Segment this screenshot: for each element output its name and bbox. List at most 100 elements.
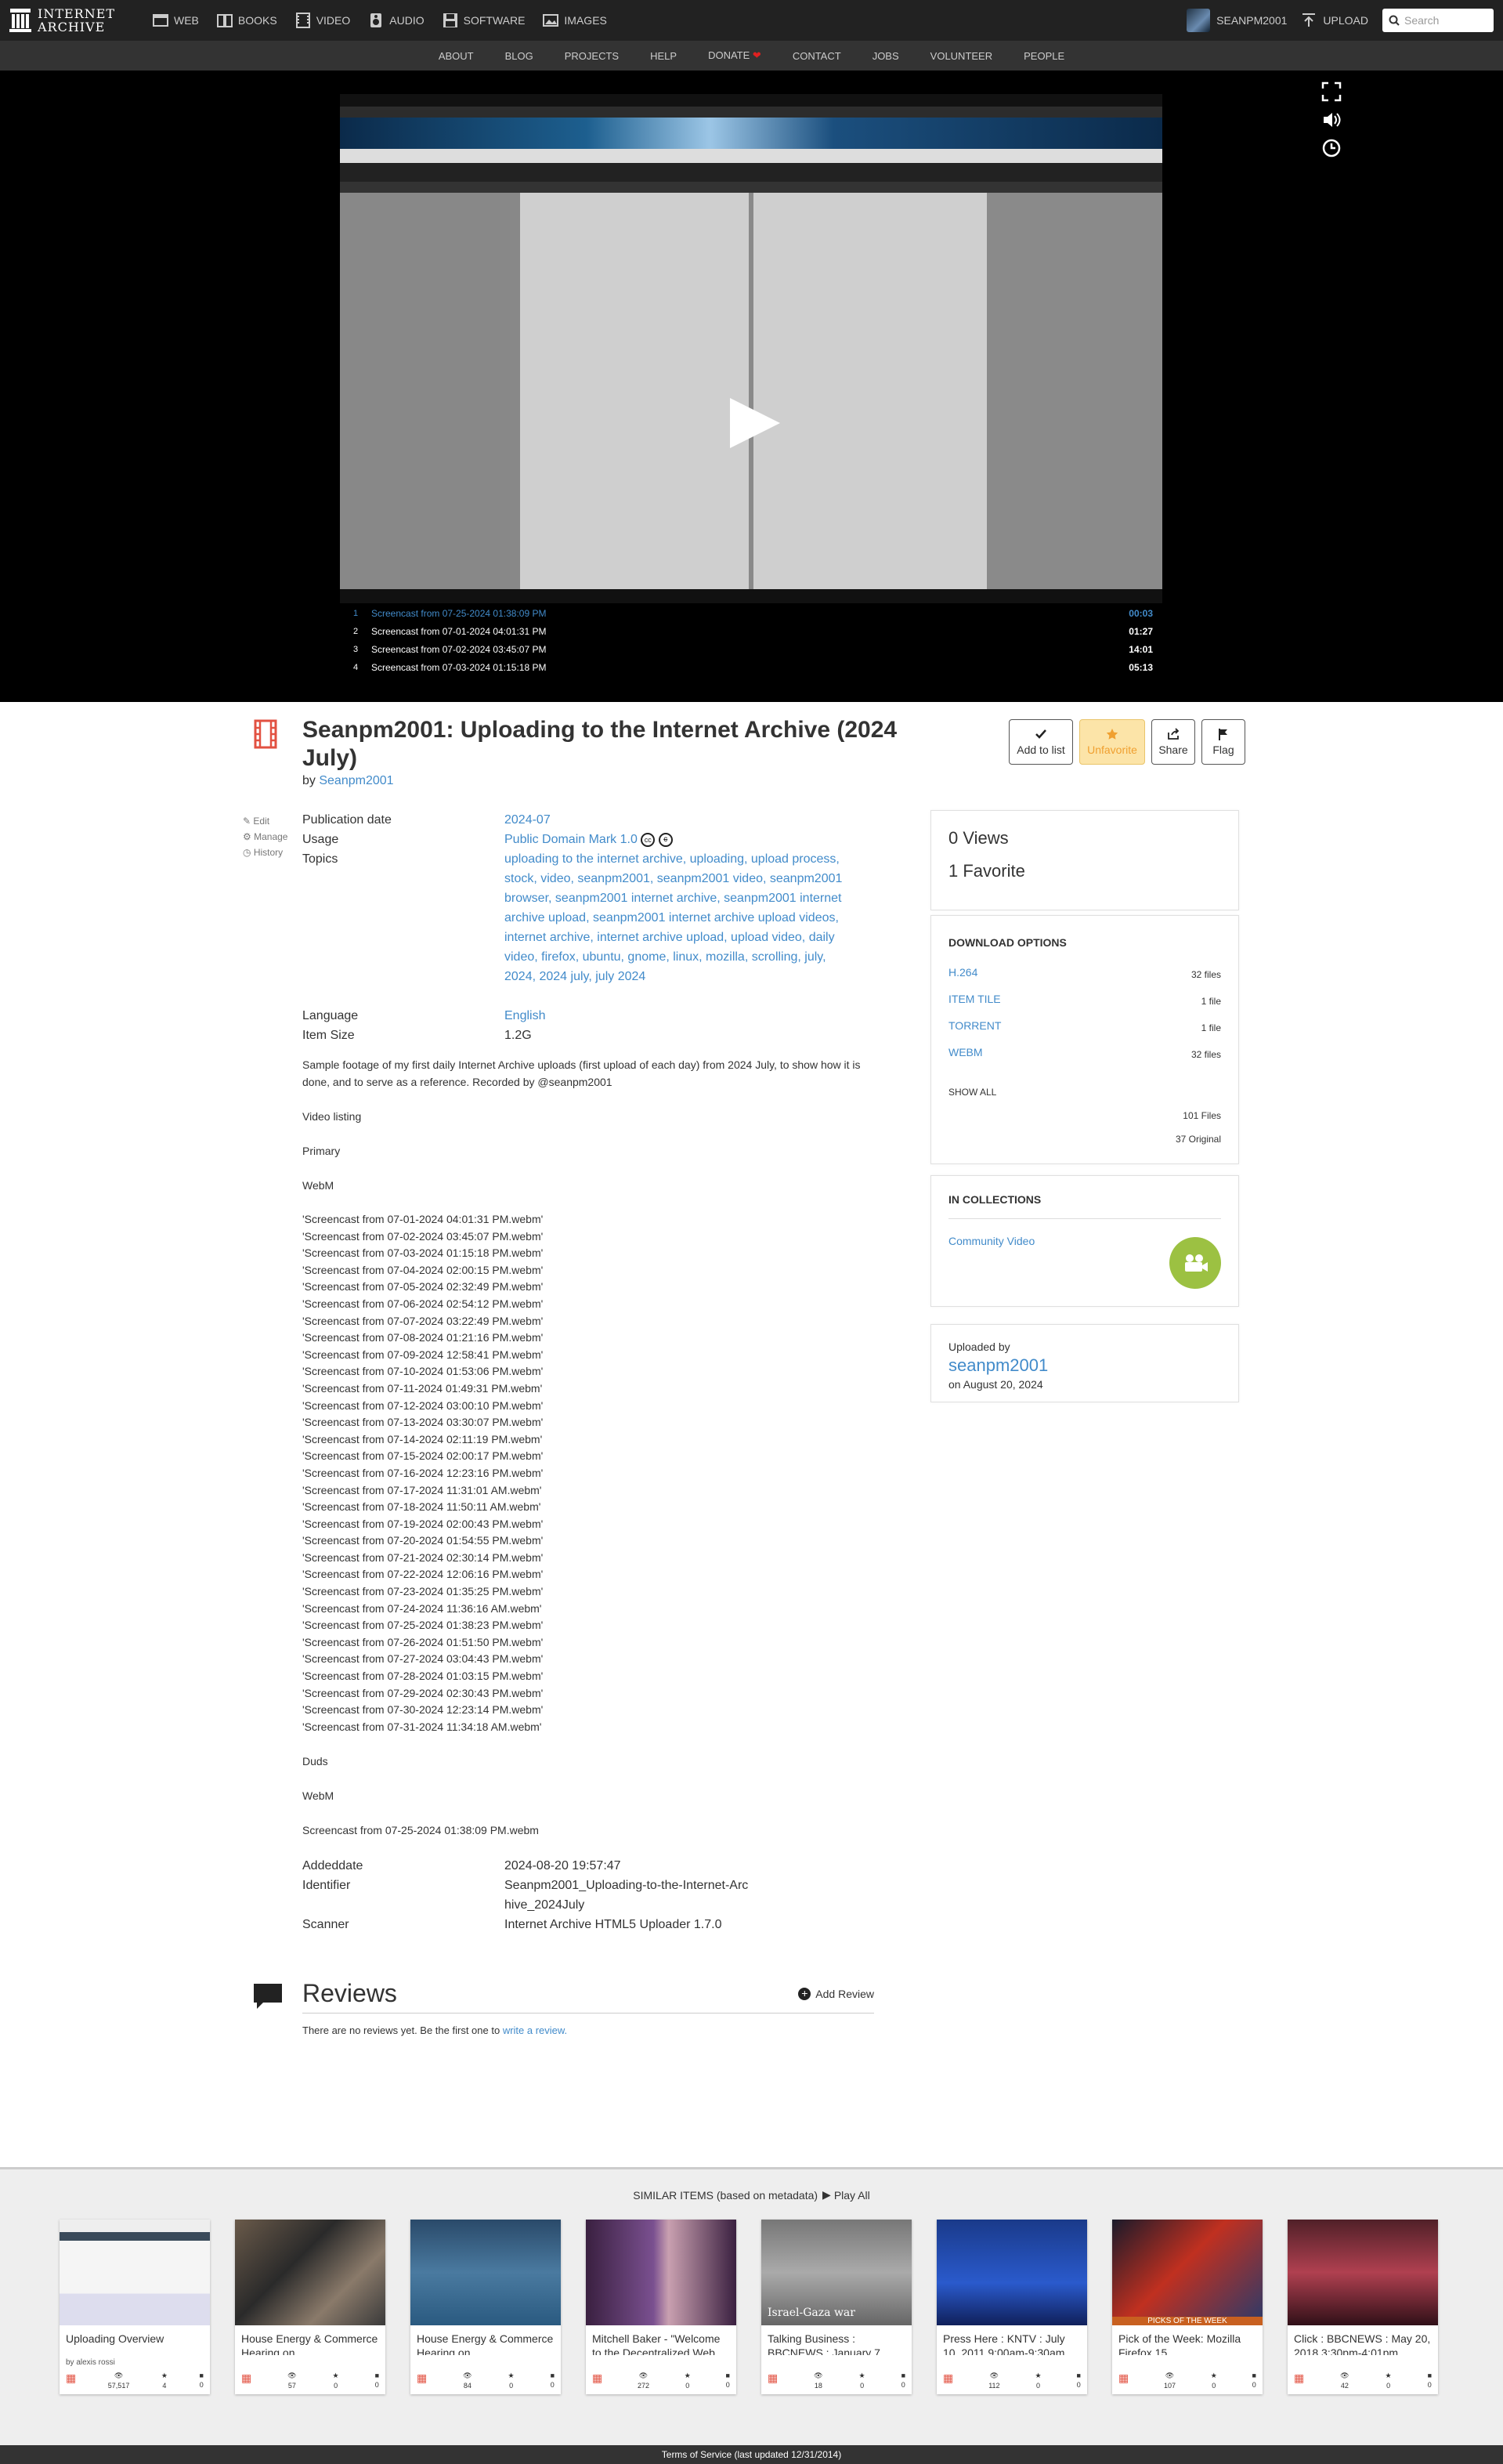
- video-player[interactable]: [340, 94, 1162, 603]
- share-button[interactable]: Share: [1151, 719, 1195, 765]
- file-list-item: 'Screencast from 07-30-2024 12:23:14 PM.…: [302, 1703, 544, 1717]
- favorite-count: 0: [509, 2382, 514, 2390]
- similar-item-card[interactable]: Press Here : KNTV : July 10, 2011 9:00am…: [937, 2220, 1087, 2394]
- nav-video[interactable]: VIDEO: [294, 12, 350, 29]
- subnav-contact[interactable]: CONTACT: [793, 50, 841, 62]
- review-count: 0: [550, 2381, 555, 2389]
- similar-item-title[interactable]: Press Here : KNTV : July 10, 2011 9:00am…: [937, 2325, 1087, 2355]
- similar-item-creator: [1112, 2355, 1263, 2361]
- subnav-projects[interactable]: PROJECTS: [565, 50, 619, 62]
- play-all-button[interactable]: ▶ Play All: [822, 2188, 870, 2202]
- top-navigation: INTERNET ARCHIVE WEB BOOKS VIDEO AUDIO SO…: [0, 0, 1503, 41]
- film-icon: ▦: [943, 2372, 954, 2384]
- similar-item-stats: ▦ 👁 18 ★ 0 ■ 0: [768, 2372, 905, 2390]
- subnav-donate[interactable]: DONATE ❤: [708, 49, 761, 62]
- similar-item-card[interactable]: Mitchell Baker - "Welcome to the Decentr…: [586, 2220, 736, 2394]
- playlist-item[interactable]: 1 Screencast from 07-25-2024 01:38:09 PM 0…: [340, 604, 1162, 622]
- similar-item-title[interactable]: Mitchell Baker - "Welcome to the Decentr…: [586, 2325, 736, 2355]
- community-video-icon[interactable]: [1169, 1237, 1221, 1289]
- add-review-button[interactable]: + Add Review: [798, 1987, 874, 2000]
- topics-value[interactable]: uploading to the internet archive, uploa…: [504, 849, 849, 1006]
- similar-item-card[interactable]: PICKS OF THE WEEK Pick of the Week: Mozil…: [1112, 2220, 1263, 2394]
- user-menu[interactable]: SEANPM2001: [1187, 9, 1287, 32]
- description-text: Sample footage of my first daily Interne…: [302, 1058, 861, 1088]
- uploader-link[interactable]: seanpm2001: [948, 1355, 1221, 1377]
- similar-item-card[interactable]: Israel-Gaza war Talking Business : BBCNEW…: [761, 2220, 912, 2394]
- similar-item-card[interactable]: House Energy & Commerce Hearing on ▦ 👁 57 ★ 0…: [235, 2220, 385, 2394]
- playlist-item[interactable]: 4 Screencast from 07-03-2024 01:15:18 PM 0…: [340, 658, 1162, 676]
- item-size-value: 1.2G: [504, 1029, 532, 1042]
- playlist-item[interactable]: 2 Screencast from 07-01-2024 04:01:31 PM 0…: [340, 622, 1162, 640]
- download-item-tile-link[interactable]: ITEM TILE: [948, 993, 1001, 1019]
- subnav-people[interactable]: PEOPLE: [1024, 50, 1064, 62]
- language-value[interactable]: English: [504, 1006, 849, 1026]
- similar-item-thumbnail[interactable]: Israel-Gaza war: [761, 2220, 912, 2325]
- similar-item-title[interactable]: Click : BBCNEWS : May 20, 2018 3:30pm-4:…: [1288, 2325, 1438, 2355]
- file-list-item: 'Screencast from 07-19-2024 02:00:43 PM.…: [302, 1517, 544, 1530]
- usage-license-link[interactable]: Public Domain Mark 1.0: [504, 833, 638, 846]
- playlist-title: Screencast from 07-25-2024 01:38:09 PM: [371, 607, 547, 619]
- similar-item-title[interactable]: Uploading Overview: [60, 2325, 210, 2355]
- download-count: 1 file: [1201, 996, 1221, 1007]
- subnav-jobs[interactable]: JOBS: [873, 50, 899, 62]
- similar-item-thumbnail[interactable]: [60, 2220, 210, 2325]
- playlist-item[interactable]: 3 Screencast from 07-02-2024 03:45:07 PM 1…: [340, 640, 1162, 658]
- similar-item-thumbnail[interactable]: [410, 2220, 561, 2325]
- download-torrent-link[interactable]: TORRENT: [948, 1019, 1001, 1046]
- manage-link[interactable]: ⚙ Manage: [243, 829, 287, 845]
- nav-web[interactable]: WEB: [152, 12, 199, 29]
- nav-books[interactable]: BOOKS: [216, 12, 277, 29]
- comment-icon: ■: [901, 2372, 905, 2379]
- volume-icon[interactable]: [1321, 110, 1342, 130]
- similar-item-thumbnail[interactable]: [235, 2220, 385, 2325]
- subnav-about[interactable]: ABOUT: [439, 50, 474, 62]
- similar-item-title[interactable]: House Energy & Commerce Hearing on: [410, 2325, 561, 2355]
- creator-link[interactable]: Seanpm2001: [319, 774, 393, 787]
- star-icon: ★: [1210, 2372, 1217, 2379]
- fullscreen-icon[interactable]: [1321, 81, 1342, 102]
- similar-item-thumbnail[interactable]: PICKS OF THE WEEK: [1112, 2220, 1263, 2325]
- checkmark-icon: [1035, 729, 1046, 739]
- download-h264-link[interactable]: H.264: [948, 966, 977, 993]
- search-input[interactable]: Search: [1382, 9, 1494, 32]
- film-icon: ▦: [1294, 2372, 1305, 2384]
- views-count: 0 Views: [948, 828, 1009, 848]
- similar-item-card[interactable]: House Energy & Commerce Hearing on ▦ 👁 84 ★ 0…: [410, 2220, 561, 2394]
- show-all-link[interactable]: SHOW ALL: [948, 1087, 1221, 1098]
- similar-item-title[interactable]: Pick of the Week: Mozilla Firefox 15: [1112, 2325, 1263, 2355]
- nav-audio[interactable]: AUDIO: [367, 12, 425, 29]
- nav-software[interactable]: SOFTWARE: [442, 12, 525, 29]
- play-icon[interactable]: [730, 398, 780, 448]
- write-review-link[interactable]: write a review.: [503, 2024, 567, 2036]
- history-link[interactable]: ◷ History: [243, 845, 287, 860]
- upload-button[interactable]: UPLOAD: [1301, 13, 1368, 28]
- unfavorite-button[interactable]: Unfavorite: [1079, 719, 1145, 765]
- star-icon: ★: [332, 2372, 339, 2379]
- edit-link[interactable]: ✎ Edit: [243, 813, 287, 829]
- download-option: ITEM TILE 1 file: [948, 993, 1221, 1019]
- similar-item-thumbnail[interactable]: [586, 2220, 736, 2325]
- clock-icon[interactable]: [1321, 138, 1342, 158]
- similar-item-card[interactable]: Click : BBCNEWS : May 20, 2018 3:30pm-4:…: [1288, 2220, 1438, 2394]
- file-list-item: 'Screencast from 07-02-2024 03:45:07 PM.…: [302, 1229, 544, 1243]
- terms-of-service-link[interactable]: Terms of Service (last updated 12/31/201…: [662, 2449, 841, 2460]
- similar-item-card[interactable]: Uploading Overview by alexis rossi ▦ 👁 57,51…: [60, 2220, 210, 2394]
- comment-icon: ■: [1427, 2372, 1432, 2379]
- similar-item-thumbnail[interactable]: [1288, 2220, 1438, 2325]
- flag-button[interactable]: Flag: [1201, 719, 1245, 765]
- identifier-value: Seanpm2001_Uploading-to-the-Internet-Arc…: [504, 1879, 749, 1912]
- similar-item-thumbnail[interactable]: [937, 2220, 1087, 2325]
- subnav-blog[interactable]: BLOG: [505, 50, 533, 62]
- subnav-volunteer[interactable]: VOLUNTEER: [930, 50, 992, 62]
- internet-archive-logo[interactable]: INTERNET ARCHIVE: [9, 7, 143, 34]
- nav-images[interactable]: IMAGES: [542, 12, 607, 29]
- download-webm-link[interactable]: WEBM: [948, 1046, 983, 1073]
- favorite-count: 0: [860, 2382, 865, 2390]
- similar-item-title[interactable]: House Energy & Commerce Hearing on: [235, 2325, 385, 2355]
- similar-item-title[interactable]: Talking Business : BBCNEWS : January 7,: [761, 2325, 912, 2355]
- subnav-help[interactable]: HELP: [650, 50, 677, 62]
- secondary-navigation: ABOUT BLOG PROJECTS HELP DONATE ❤ CONTAC…: [0, 41, 1503, 71]
- username: SEANPM2001: [1216, 14, 1288, 27]
- publication-date-value[interactable]: 2024-07: [504, 810, 849, 830]
- add-to-list-button[interactable]: Add to list: [1009, 719, 1073, 765]
